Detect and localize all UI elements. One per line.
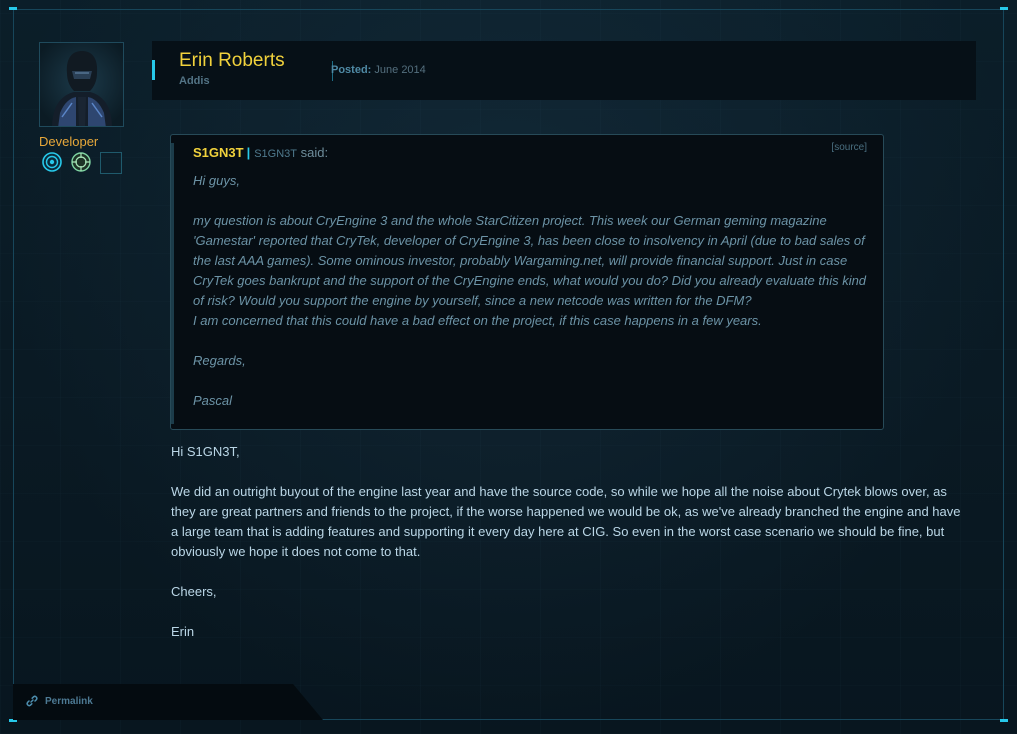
quote-bar (171, 143, 174, 424)
corner-accent (1000, 719, 1008, 722)
quote-header: S1GN3T | S1GN3T said: (193, 145, 328, 160)
quote-separator: | (246, 145, 251, 160)
link-icon (26, 695, 38, 707)
quote-body: Hi guys, my question is about CryEngine … (193, 171, 873, 431)
quoted-user[interactable]: S1GN3T (193, 145, 244, 160)
quote-regards: Regards, (193, 353, 246, 368)
quote-signoff: Pascal (193, 393, 233, 408)
badge-row (42, 152, 122, 174)
quote-paragraph: I am concerned that this could have a ba… (193, 313, 762, 328)
posted-date: June 2014 (374, 64, 426, 76)
post-header: Erin Roberts Addis Posted: June 2014 (152, 41, 976, 100)
crosshair-badge-icon[interactable] (71, 152, 91, 172)
target-badge-icon[interactable] (42, 152, 62, 172)
avatar-image (40, 43, 123, 126)
posted-label: Posted: (331, 64, 372, 76)
corner-accent (1000, 7, 1008, 10)
corner-accent (9, 7, 17, 10)
author-subtitle: Addis (179, 75, 210, 87)
reply-cheers: Cheers, (171, 584, 217, 599)
author-name[interactable]: Erin Roberts (179, 50, 285, 72)
empty-badge-slot (100, 152, 122, 174)
quote-paragraph: my question is about CryEngine 3 and the… (193, 213, 867, 308)
permalink-button[interactable]: Permalink (26, 695, 93, 707)
quoted-user-handle: S1GN3T (254, 148, 298, 160)
quote-source-link[interactable]: [source] (831, 142, 867, 153)
posted-date-group: Posted: June 2014 (331, 64, 426, 76)
reply-signoff: Erin (171, 624, 195, 639)
quote-said: said: (300, 145, 329, 160)
quote-greeting: Hi guys, (193, 173, 240, 188)
reply-paragraph: We did an outright buyout of the engine … (171, 484, 961, 559)
post-frame: Developer Erin Roberts Addis Posted: Jun… (0, 0, 1017, 734)
avatar[interactable] (39, 42, 124, 127)
user-role: Developer (39, 134, 99, 149)
quote-block: S1GN3T | S1GN3T said: [source] Hi guys, my… (170, 134, 884, 430)
header-accent-bar (152, 60, 155, 80)
permalink-label: Permalink (45, 695, 93, 707)
reply-greeting: Hi S1GN3T, (171, 444, 240, 459)
reply-body: Hi S1GN3T, We did an outright buyout of … (171, 442, 971, 662)
